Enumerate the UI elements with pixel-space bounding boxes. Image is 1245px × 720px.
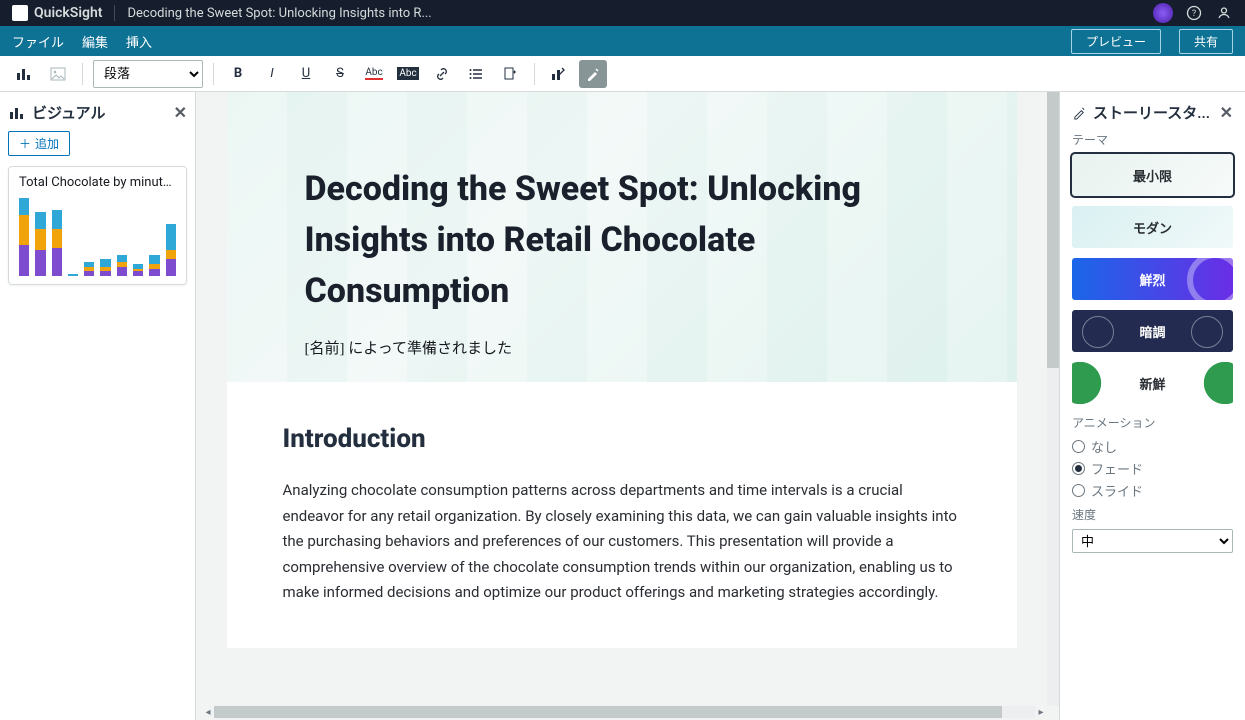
theme-vivid[interactable]: 鮮烈 (1072, 258, 1233, 300)
document-title: Decoding the Sweet Spot: Unlocking Insig… (127, 6, 431, 21)
menu-bar: ファイル 編集 挿入 プレビュー 共有 (0, 26, 1245, 56)
hero-block: Decoding the Sweet Spot: Unlocking Insig… (227, 92, 1017, 382)
visual-card-thumbnail (19, 198, 176, 276)
style-panel-icon (1072, 105, 1087, 120)
menu-file[interactable]: ファイル (12, 32, 64, 51)
quicksight-logo-icon (12, 5, 28, 21)
underline-icon[interactable]: U (292, 60, 320, 88)
document-canvas: Decoding the Sweet Spot: Unlocking Insig… (196, 92, 1059, 720)
app-name: QuickSight (34, 5, 102, 21)
insert-visual-icon[interactable] (10, 60, 38, 88)
animation-section-label: アニメーション (1072, 414, 1233, 431)
build-story-icon[interactable] (545, 60, 573, 88)
link-icon[interactable] (428, 60, 456, 88)
horizontal-scrollbar[interactable]: ◂▸ (202, 706, 1047, 718)
animation-fade-label: フェード (1091, 459, 1143, 478)
text-color-icon[interactable]: Abc (360, 60, 388, 88)
story-style-icon[interactable] (579, 60, 607, 88)
animation-option-fade[interactable]: フェード (1072, 459, 1233, 478)
section-heading[interactable]: Introduction (283, 424, 961, 454)
speed-select[interactable]: 中 (1072, 529, 1233, 553)
animation-none-label: なし (1091, 437, 1117, 456)
user-icon[interactable] (1215, 4, 1233, 22)
section-body[interactable]: Analyzing chocolate consumption patterns… (283, 478, 961, 606)
speed-section-label: 速度 (1072, 506, 1233, 523)
theme-vivid-label: 鮮烈 (1139, 270, 1165, 289)
theme-fresh[interactable]: 新鮮 (1072, 362, 1233, 404)
visuals-panel-title: ビジュアル (32, 102, 106, 123)
close-style-panel-icon[interactable]: ✕ (1220, 103, 1233, 122)
close-visuals-panel-icon[interactable]: ✕ (174, 103, 187, 122)
ai-assistant-icon[interactable] (1153, 3, 1173, 23)
story-style-panel: ストーリースタ... ✕ テーマ 最小限 モダン 鮮烈 暗調 新鮮 アニメーショ… (1059, 92, 1245, 720)
help-icon[interactable]: ? (1185, 4, 1203, 22)
style-panel-title: ストーリースタ... (1093, 102, 1210, 123)
theme-modern-label: モダン (1133, 218, 1172, 237)
app-logo: QuickSight (12, 5, 102, 21)
theme-fresh-label: 新鮮 (1139, 374, 1165, 393)
visuals-panel: ビジュアル ✕ ＋追加 Total Chocolate by minute ..… (0, 92, 196, 720)
insert-image-icon[interactable] (44, 60, 72, 88)
byline[interactable]: [名前] によって準備されました (305, 337, 939, 358)
topbar-divider (114, 5, 115, 21)
animation-option-slide[interactable]: スライド (1072, 481, 1233, 500)
visuals-panel-icon (8, 104, 26, 122)
theme-dark[interactable]: 暗調 (1072, 310, 1233, 352)
plus-icon: ＋ (19, 135, 31, 152)
theme-modern[interactable]: モダン (1072, 206, 1233, 248)
menu-insert[interactable]: 挿入 (126, 32, 152, 51)
format-toolbar: 段落 B I U S Abc Abc (0, 56, 1245, 92)
svg-text:?: ? (1192, 9, 1196, 19)
share-button[interactable]: 共有 (1179, 29, 1233, 54)
menu-edit[interactable]: 編集 (82, 32, 108, 51)
strikethrough-icon[interactable]: S (326, 60, 354, 88)
italic-icon[interactable]: I (258, 60, 286, 88)
theme-section-label: テーマ (1072, 131, 1233, 148)
highlight-color-icon[interactable]: Abc (394, 60, 422, 88)
bold-icon[interactable]: B (224, 60, 252, 88)
visual-card-title: Total Chocolate by minute ... (19, 175, 176, 190)
theme-minimal[interactable]: 最小限 (1072, 154, 1233, 196)
theme-minimal-label: 最小限 (1133, 166, 1172, 185)
vertical-scrollbar[interactable] (1047, 92, 1059, 706)
add-visual-label: 追加 (35, 135, 59, 152)
animation-slide-label: スライド (1091, 481, 1143, 500)
theme-dark-label: 暗調 (1139, 322, 1165, 341)
paragraph-style-select[interactable]: 段落 (93, 60, 203, 88)
preview-button[interactable]: プレビュー (1071, 29, 1161, 54)
visual-card[interactable]: Total Chocolate by minute ... (8, 166, 187, 285)
page-title[interactable]: Decoding the Sweet Spot: Unlocking Insig… (305, 164, 939, 317)
add-page-icon[interactable] (496, 60, 524, 88)
list-icon[interactable] (462, 60, 490, 88)
page[interactable]: Decoding the Sweet Spot: Unlocking Insig… (227, 92, 1017, 648)
add-visual-button[interactable]: ＋追加 (8, 131, 70, 156)
body-block: Introduction Analyzing chocolate consump… (227, 382, 1017, 648)
animation-option-none[interactable]: なし (1072, 437, 1233, 456)
top-bar: QuickSight Decoding the Sweet Spot: Unlo… (0, 0, 1245, 26)
